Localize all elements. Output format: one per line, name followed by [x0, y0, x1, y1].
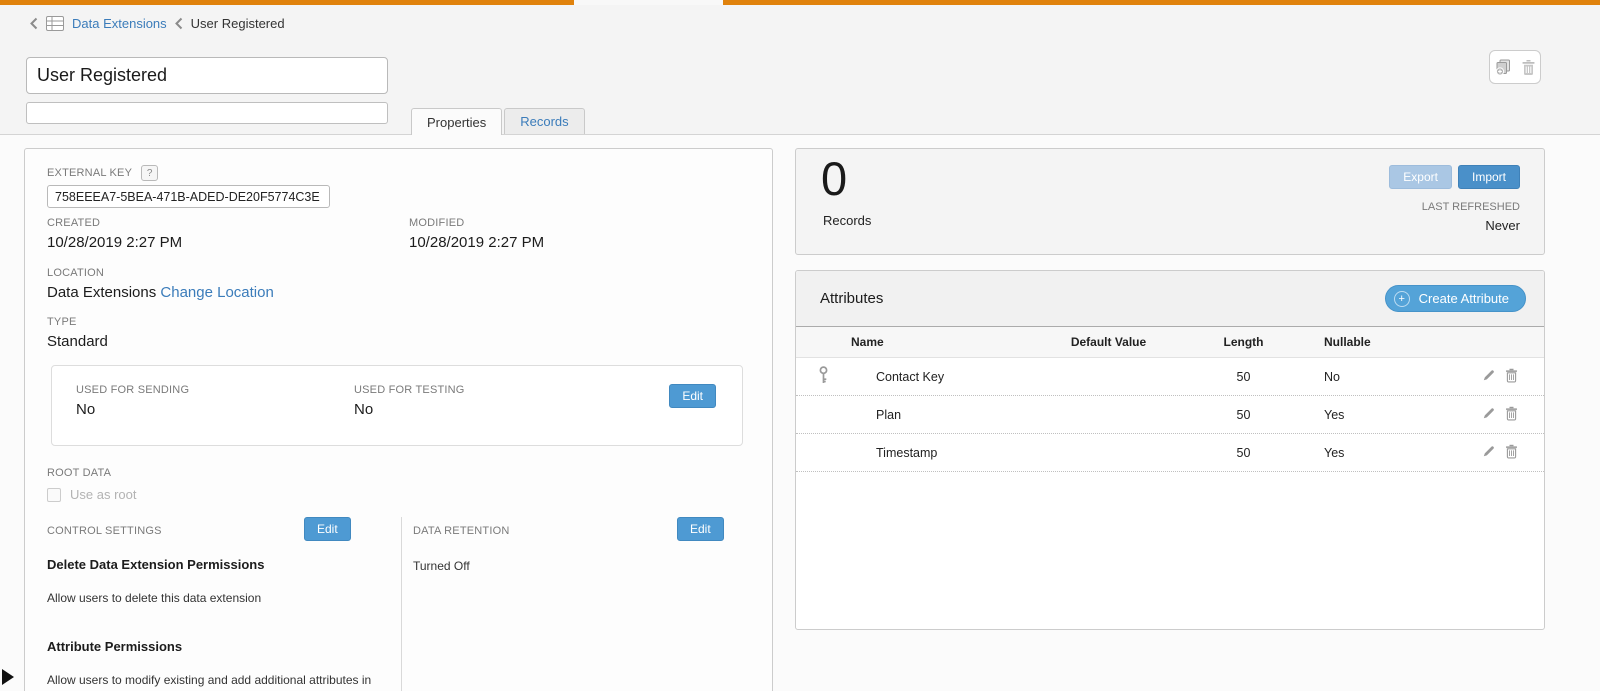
delete-permissions-title: Delete Data Extension Permissions: [47, 557, 264, 572]
breadcrumb-parent-link[interactable]: Data Extensions: [72, 16, 167, 31]
attribute-length: 50: [1186, 408, 1301, 422]
duplicate-icon[interactable]: [1494, 59, 1512, 76]
attribute-nullable: Yes: [1301, 446, 1416, 460]
attribute-permissions-title: Attribute Permissions: [47, 639, 182, 654]
attribute-nullable: Yes: [1301, 408, 1416, 422]
root-data-label: ROOT DATA: [47, 467, 111, 479]
attribute-length: 50: [1186, 370, 1301, 384]
location-label: LOCATION: [47, 267, 274, 279]
page-header: Data Extensions User Registered Properti…: [0, 5, 1600, 135]
attribute-nullable: No: [1301, 370, 1416, 384]
properties-panel: EXTERNAL KEY ? CREATED 10/28/2019 2:27 P…: [24, 148, 773, 691]
attributes-table-header: Name Default Value Length Nullable: [796, 326, 1544, 358]
used-for-testing-value: No: [354, 401, 465, 418]
attributes-title: Attributes: [820, 290, 883, 307]
last-refreshed-value: Never: [1485, 218, 1520, 233]
create-attribute-button[interactable]: + Create Attribute: [1385, 285, 1526, 312]
last-refreshed-label: LAST REFRESHED: [1422, 201, 1520, 213]
attribute-name: Contact Key: [876, 370, 1031, 384]
edit-sending-button[interactable]: Edit: [669, 384, 716, 408]
edit-data-retention-button[interactable]: Edit: [677, 517, 724, 541]
column-default-value: Default Value: [1031, 335, 1186, 349]
extension-name-input[interactable]: [26, 57, 388, 94]
breadcrumb-separator-icon: [175, 17, 183, 30]
create-attribute-label: Create Attribute: [1419, 291, 1509, 306]
column-length: Length: [1186, 335, 1301, 349]
attribute-permissions-desc: Allow users to modify existing and add a…: [47, 673, 371, 687]
edit-attribute-icon[interactable]: [1482, 368, 1496, 386]
breadcrumb-current: User Registered: [191, 16, 285, 31]
attribute-name: Plan: [876, 408, 1031, 422]
control-settings-label: CONTROL SETTINGS: [47, 525, 162, 537]
delete-permissions-desc: Allow users to delete this data extensio…: [47, 591, 261, 605]
delete-attribute-icon[interactable]: [1505, 368, 1518, 386]
delete-attribute-icon[interactable]: [1505, 444, 1518, 462]
records-card: 0 Records Export Import LAST REFRESHED N…: [795, 148, 1545, 255]
use-as-root-label: Use as root: [70, 487, 136, 502]
used-for-sending-value: No: [76, 401, 189, 418]
external-key-input[interactable]: [47, 185, 330, 208]
column-nullable: Nullable: [1301, 335, 1416, 349]
edit-attribute-icon[interactable]: [1482, 444, 1496, 462]
table-row: Timestamp 50 Yes: [796, 434, 1544, 472]
change-location-link[interactable]: Change Location: [160, 284, 273, 301]
tab-properties[interactable]: Properties: [411, 108, 502, 135]
back-chevron-icon[interactable]: [30, 17, 38, 30]
table-row: Contact Key 50 No: [796, 358, 1544, 396]
records-label: Records: [823, 213, 871, 228]
modified-label: MODIFIED: [409, 217, 771, 229]
import-button[interactable]: Import: [1458, 165, 1520, 189]
plus-icon: +: [1394, 291, 1410, 307]
table-row: Plan 50 Yes: [796, 396, 1544, 434]
settings-area: CONTROL SETTINGS Edit DATA RETENTION Edi…: [47, 515, 752, 691]
records-count: 0: [821, 151, 847, 206]
tab-records[interactable]: Records: [504, 108, 584, 134]
used-for-sending-label: USED FOR SENDING: [76, 384, 189, 396]
type-value: Standard: [47, 333, 108, 350]
external-key-label: EXTERNAL KEY: [47, 167, 132, 179]
data-extension-table-icon: [46, 16, 64, 31]
edit-control-settings-button[interactable]: Edit: [304, 517, 351, 541]
help-icon[interactable]: ?: [141, 165, 158, 181]
used-for-testing-label: USED FOR TESTING: [354, 384, 465, 396]
attributes-table-body: Contact Key 50 No: [796, 358, 1544, 472]
column-name: Name: [851, 335, 1031, 349]
data-retention-value: Turned Off: [413, 559, 470, 573]
delete-extension-icon[interactable]: [1521, 59, 1536, 76]
export-button[interactable]: Export: [1389, 165, 1452, 189]
page-body: EXTERNAL KEY ? CREATED 10/28/2019 2:27 P…: [0, 136, 1600, 691]
expand-arrow[interactable]: [2, 669, 14, 685]
extension-description-input[interactable]: [26, 102, 388, 124]
tab-row: Properties Records: [411, 108, 585, 135]
created-label: CREATED: [47, 217, 409, 229]
modified-value: 10/28/2019 2:27 PM: [409, 234, 771, 251]
sending-settings-box: USED FOR SENDING No USED FOR TESTING No …: [51, 365, 743, 446]
attributes-panel: Attributes + Create Attribute Name Defau…: [795, 270, 1545, 630]
location-value: Data Extensions: [47, 284, 156, 301]
delete-attribute-icon[interactable]: [1505, 406, 1518, 424]
edit-attribute-icon[interactable]: [1482, 406, 1496, 424]
breadcrumb: Data Extensions User Registered: [30, 13, 285, 33]
use-as-root-checkbox[interactable]: [47, 488, 61, 502]
attribute-name: Timestamp: [876, 446, 1031, 460]
settings-divider: [401, 517, 402, 691]
attribute-length: 50: [1186, 446, 1301, 460]
header-action-group: [1489, 50, 1541, 84]
key-icon: [818, 366, 829, 388]
type-label: TYPE: [47, 316, 108, 328]
data-retention-label: DATA RETENTION: [413, 525, 510, 537]
created-value: 10/28/2019 2:27 PM: [47, 234, 409, 251]
